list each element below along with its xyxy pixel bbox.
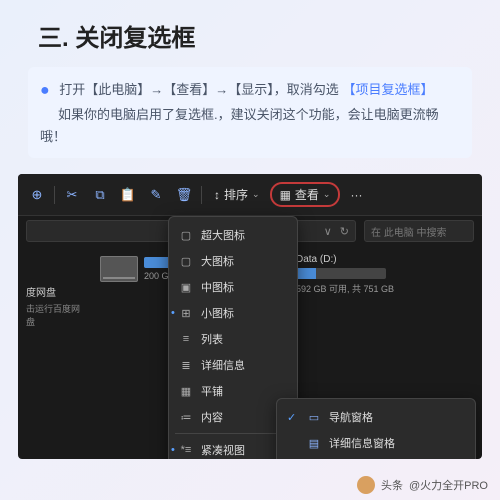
menu-item[interactable]: ≣ 详细信息 — [169, 352, 297, 378]
submenu-item[interactable]: ✓ ▭ 导航窗格 — [277, 404, 475, 430]
menu-label: 详细信息 — [201, 357, 245, 373]
search-input[interactable]: 在 此电脑 中搜索 — [364, 220, 474, 242]
menu-label: 列表 — [201, 331, 223, 347]
menu-icon: ▣ — [179, 281, 193, 294]
section-heading: 三. 关闭复选框 — [0, 0, 500, 67]
menu-item[interactable]: ▣ 中图标 — [169, 274, 297, 300]
menu-item[interactable]: ▢ 大图标 — [169, 248, 297, 274]
more-button[interactable]: ··· — [342, 184, 370, 206]
menu-item[interactable]: ▢ 超大图标 — [169, 222, 297, 248]
sub-icon: ▭ — [307, 411, 321, 424]
menu-icon: ⊞ — [179, 307, 193, 320]
check-icon: ✓ — [287, 411, 299, 424]
view-button[interactable]: ▦查看⌄ — [270, 182, 341, 207]
drive-icon — [100, 256, 138, 282]
tip-text-2: 如果你的电脑启用了复选框.，建议关闭这个功能，会让电脑更流畅哦！ — [40, 107, 439, 144]
menu-icon: ▢ — [179, 229, 193, 242]
sidebar-sub: 击运行百度网盘 — [26, 302, 86, 328]
rename-icon[interactable]: ✎ — [143, 182, 169, 208]
sidebar: 度网盘 击运行百度网盘 — [26, 254, 86, 328]
menu-icon: ≣ — [179, 359, 193, 372]
menu-label: 内容 — [201, 409, 223, 425]
menu-item[interactable]: •⊞小图标 — [169, 300, 297, 326]
show-submenu: ✓▭导航窗格▤详细信息窗格 使用项目复选框可轻松选择多个项目。 ✓ ☑ 项目复选… — [276, 398, 476, 459]
delete-icon[interactable]: 🗑 — [171, 182, 197, 208]
submenu-item[interactable]: ▤ 详细信息窗格 — [277, 430, 475, 456]
submenu-label: 详细信息窗格 — [329, 435, 395, 451]
cut-icon[interactable]: ✂ — [59, 182, 85, 208]
drive-bar — [296, 268, 386, 279]
menu-label: 小图标 — [201, 305, 234, 321]
avatar — [357, 476, 375, 494]
dropdown-icon[interactable]: ∨ — [324, 225, 332, 238]
submenu-desc: 使用项目复选框可轻松选择多个项目。 — [277, 456, 475, 459]
drive-name: Data (D:) — [296, 254, 394, 265]
sort-button[interactable]: ↕排序⌄ — [206, 182, 268, 207]
menu-icon: ▦ — [179, 385, 193, 398]
copy-icon[interactable]: ⧉ — [87, 182, 113, 208]
screenshot-window: ⊕ ✂ ⧉ 📋 ✎ 🗑 ↕排序⌄ ▦查看⌄ ··· ∨ ↻ 在 此电脑 中搜索 … — [18, 174, 482, 459]
menu-icon: *≡ — [179, 444, 193, 456]
tip-highlight: 【项目复选框】 — [342, 82, 433, 97]
attribution: 头条 @火力全开PRO — [357, 476, 488, 494]
tip-text-1: 打开【此电脑】→【查看】→【显示】，取消勾选 — [59, 82, 339, 97]
sub-icon: ▤ — [307, 437, 321, 450]
menu-item[interactable]: ≡ 列表 — [169, 326, 297, 352]
menu-label: 超大图标 — [201, 227, 245, 243]
bullet-icon: ● — [40, 82, 50, 99]
menu-label: 中图标 — [201, 279, 234, 295]
tip-box: ● 打开【此电脑】→【查看】→【显示】，取消勾选 【项目复选框】 如果你的电脑启… — [28, 67, 472, 158]
drive-text: 592 GB 可用, 共 751 GB — [296, 282, 394, 295]
submenu-label: 导航窗格 — [329, 409, 373, 425]
footer-pre: 头条 — [381, 477, 403, 493]
menu-label: 紧凑视图 — [201, 442, 245, 458]
paste-icon[interactable]: 📋 — [115, 182, 141, 208]
new-icon[interactable]: ⊕ — [24, 182, 50, 208]
menu-icon: ≔ — [179, 411, 193, 424]
toolbar: ⊕ ✂ ⧉ 📋 ✎ 🗑 ↕排序⌄ ▦查看⌄ ··· — [18, 174, 482, 216]
sidebar-item[interactable]: 度网盘 — [26, 284, 86, 299]
menu-icon: ≡ — [179, 333, 193, 345]
footer-name: @火力全开PRO — [409, 477, 488, 493]
menu-label: 大图标 — [201, 253, 234, 269]
menu-label: 平铺 — [201, 383, 223, 399]
menu-icon: ▢ — [179, 255, 193, 268]
refresh-icon[interactable]: ↻ — [340, 225, 349, 238]
